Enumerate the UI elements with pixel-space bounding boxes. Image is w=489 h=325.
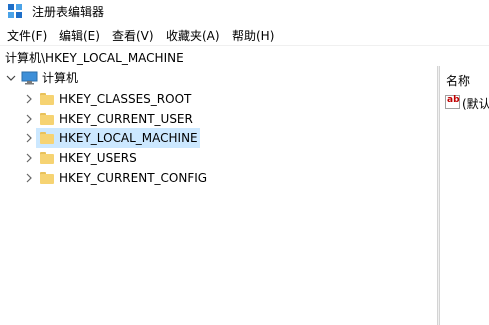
values-pane[interactable]: 名称 ab (默认 xyxy=(440,66,489,325)
chevron-right-icon[interactable] xyxy=(24,133,34,143)
folder-icon xyxy=(40,113,54,125)
folder-icon xyxy=(40,132,54,144)
menu-help[interactable]: 帮助(H) xyxy=(232,27,274,44)
tree-item-hkey-current-config[interactable]: HKEY_CURRENT_CONFIG xyxy=(0,168,437,188)
tree-item-hkey-classes-root[interactable]: HKEY_CLASSES_ROOT xyxy=(0,89,437,109)
folder-icon xyxy=(40,172,54,184)
tree-item-label: HKEY_CURRENT_CONFIG xyxy=(59,171,208,185)
address-path[interactable]: 计算机\HKEY_LOCAL_MACHINE xyxy=(5,49,184,66)
menu-file[interactable]: 文件(F) xyxy=(7,27,47,44)
string-value-icon: ab xyxy=(445,95,460,109)
chevron-right-icon[interactable] xyxy=(24,153,34,163)
title-bar[interactable]: 注册表编辑器 xyxy=(0,0,489,22)
tree-pane[interactable]: 计算机 HKEY_CLASSES_ROOT HKEY_CURRENT_USER … xyxy=(0,66,437,325)
tree-root-computer[interactable]: 计算机 xyxy=(0,68,437,88)
tree-item-label: HKEY_CURRENT_USER xyxy=(59,112,193,126)
value-name-default[interactable]: (默认 xyxy=(462,95,489,112)
menu-edit[interactable]: 编辑(E) xyxy=(59,27,100,44)
folder-icon xyxy=(40,93,54,105)
window-title: 注册表编辑器 xyxy=(32,5,105,19)
tree-item-label: HKEY_LOCAL_MACHINE xyxy=(59,131,198,145)
chevron-right-icon[interactable] xyxy=(24,114,34,124)
computer-icon xyxy=(21,71,38,85)
tree-item-label: HKEY_USERS xyxy=(59,151,137,165)
tree-root-label: 计算机 xyxy=(42,71,79,85)
chevron-down-icon[interactable] xyxy=(6,73,16,83)
registry-editor-icon xyxy=(8,4,22,18)
tree-item-hkey-users[interactable]: HKEY_USERS xyxy=(0,148,437,168)
menu-favorites[interactable]: 收藏夹(A) xyxy=(166,27,220,44)
chevron-right-icon[interactable] xyxy=(24,173,34,183)
chevron-right-icon[interactable] xyxy=(24,94,34,104)
address-bar[interactable]: 计算机\HKEY_LOCAL_MACHINE xyxy=(0,45,489,67)
menu-view[interactable]: 查看(V) xyxy=(112,27,154,44)
folder-icon xyxy=(40,152,54,164)
tree-item-hkey-local-machine[interactable]: HKEY_LOCAL_MACHINE xyxy=(0,128,437,148)
menu-bar: 文件(F) 编辑(E) 查看(V) 收藏夹(A) 帮助(H) xyxy=(0,24,489,44)
tree-item-label: HKEY_CLASSES_ROOT xyxy=(59,92,192,106)
tree-item-hkey-current-user[interactable]: HKEY_CURRENT_USER xyxy=(0,109,437,129)
string-value-icon-text: ab xyxy=(447,95,460,105)
column-header-name[interactable]: 名称 xyxy=(446,72,470,89)
